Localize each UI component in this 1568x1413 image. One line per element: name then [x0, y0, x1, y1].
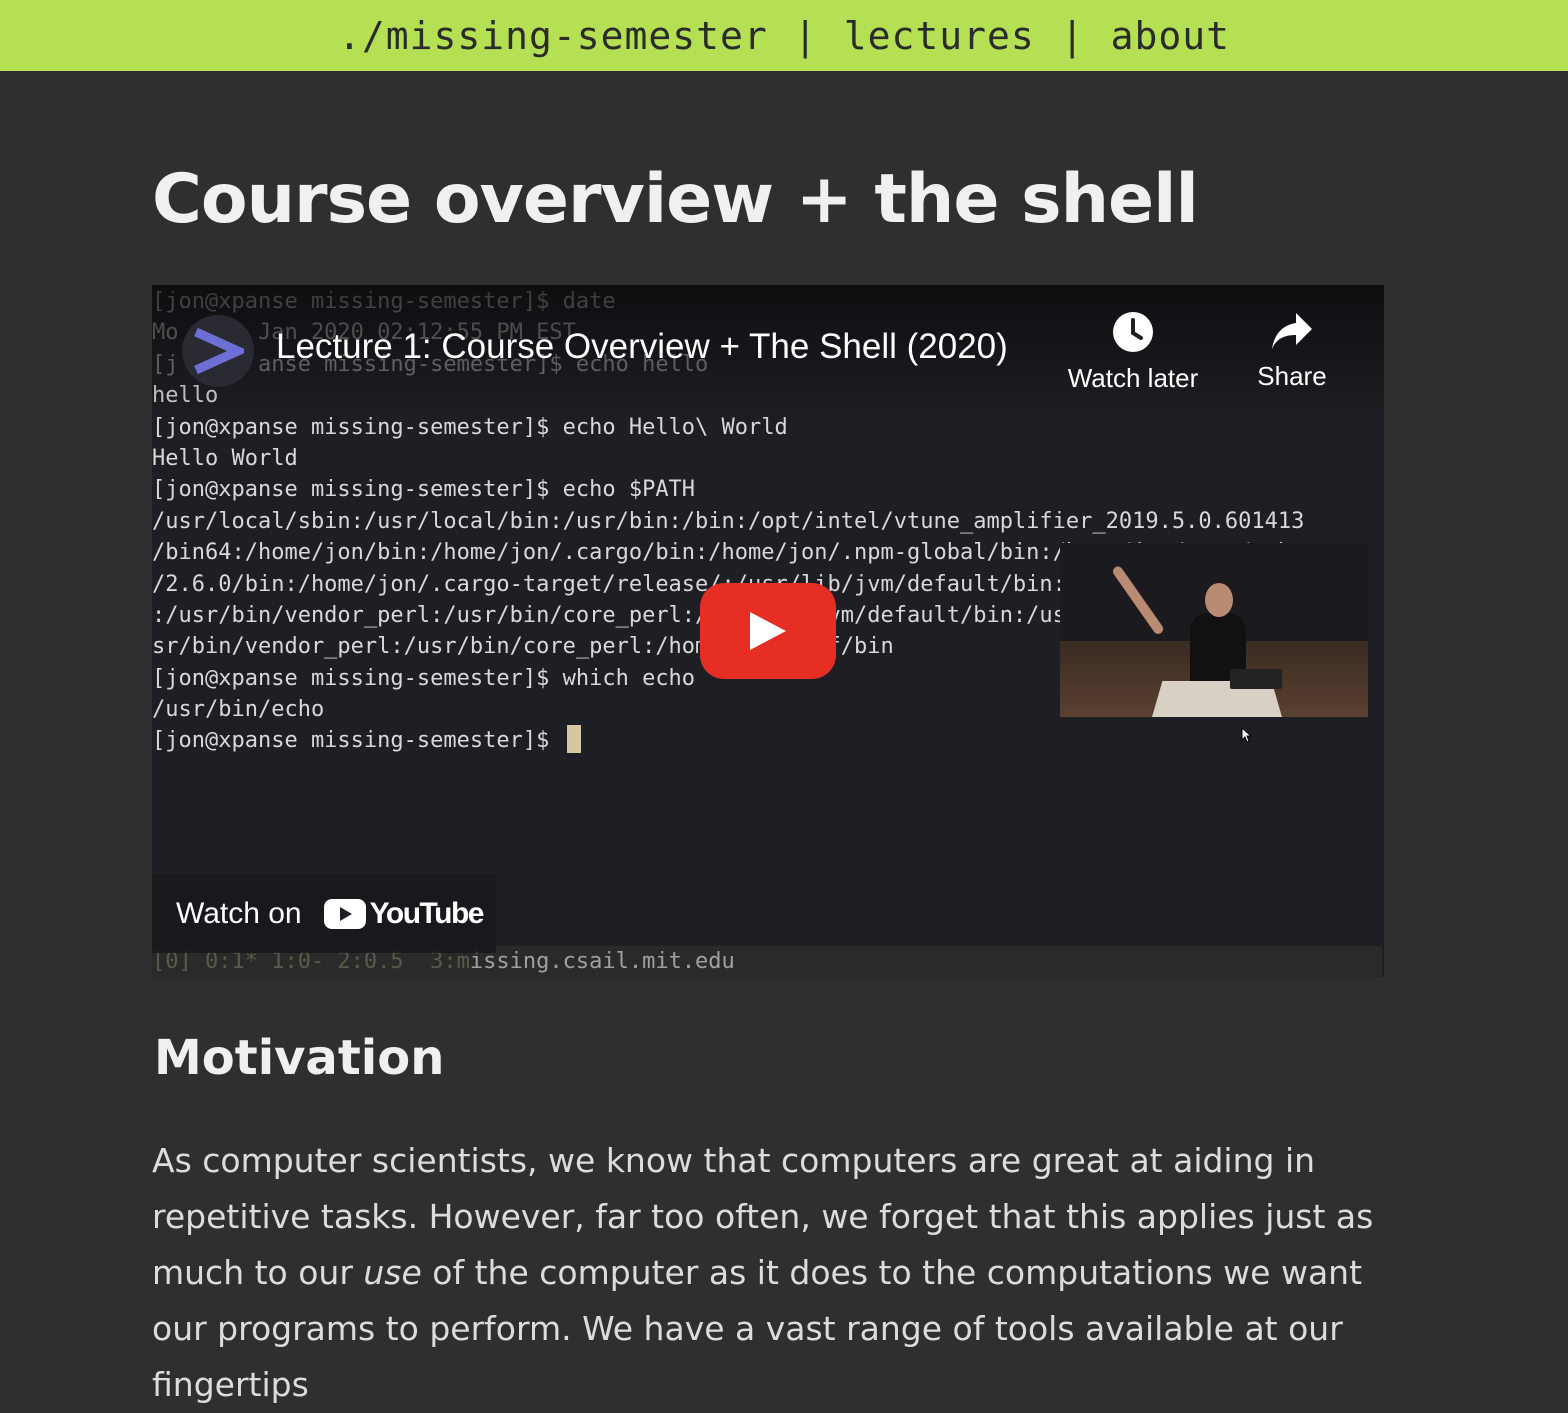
watch-on-label: Watch on	[176, 897, 302, 930]
mouse-pointer-icon	[1241, 726, 1253, 747]
chevron-right-icon	[194, 328, 244, 374]
terminal-line: Hello World	[152, 445, 298, 471]
terminal-cursor	[566, 725, 581, 754]
video-embed[interactable]: [jon@xpanse missing-semester]$ dateMo Ja…	[152, 285, 1384, 977]
watch-later-label: Watch later	[1067, 363, 1199, 393]
status-host: issing.csail.mit.edu	[469, 949, 735, 974]
youtube-logo: YouTube	[323, 897, 485, 931]
terminal-line: [jon@xpanse missing-semester]$ echo $PAT…	[152, 477, 696, 503]
nav-separator: |	[793, 13, 818, 58]
lecturer-video-inset	[1060, 543, 1368, 717]
page-title: Course overview + the shell	[152, 160, 1199, 239]
section-heading-motivation: Motivation	[154, 1030, 445, 1086]
clock-icon	[1113, 312, 1153, 352]
site-link[interactable]: ./missing-semester	[338, 14, 768, 58]
play-icon	[750, 612, 786, 650]
terminal-line: [jon@xpanse missing-semester]$	[152, 725, 1304, 756]
about-link[interactable]: about	[1111, 14, 1230, 58]
motivation-paragraph: As computer scientists, we know that com…	[152, 1133, 1392, 1413]
nav-separator: |	[1060, 13, 1085, 58]
video-title[interactable]: Lecture 1: Course Overview + The Shell (…	[276, 327, 1008, 367]
channel-avatar[interactable]	[182, 315, 254, 387]
youtube-wordmark: YouTube	[369, 897, 485, 930]
lectures-link[interactable]: lectures	[844, 14, 1035, 58]
watch-later-button[interactable]: Watch later	[1053, 311, 1213, 394]
share-label: Share	[1257, 361, 1327, 391]
top-nav: ./missing-semester | lectures | about	[0, 0, 1568, 71]
share-arrow-icon	[1272, 313, 1312, 349]
watch-on-youtube-button[interactable]: Watch on YouTube	[152, 875, 496, 953]
emphasis-text: use	[363, 1253, 422, 1292]
terminal-line: /usr/local/sbin:/usr/local/bin:/usr/bin:…	[152, 508, 1305, 534]
share-button[interactable]: Share	[1212, 311, 1372, 392]
play-button[interactable]	[700, 583, 836, 679]
youtube-play-icon	[323, 899, 366, 929]
